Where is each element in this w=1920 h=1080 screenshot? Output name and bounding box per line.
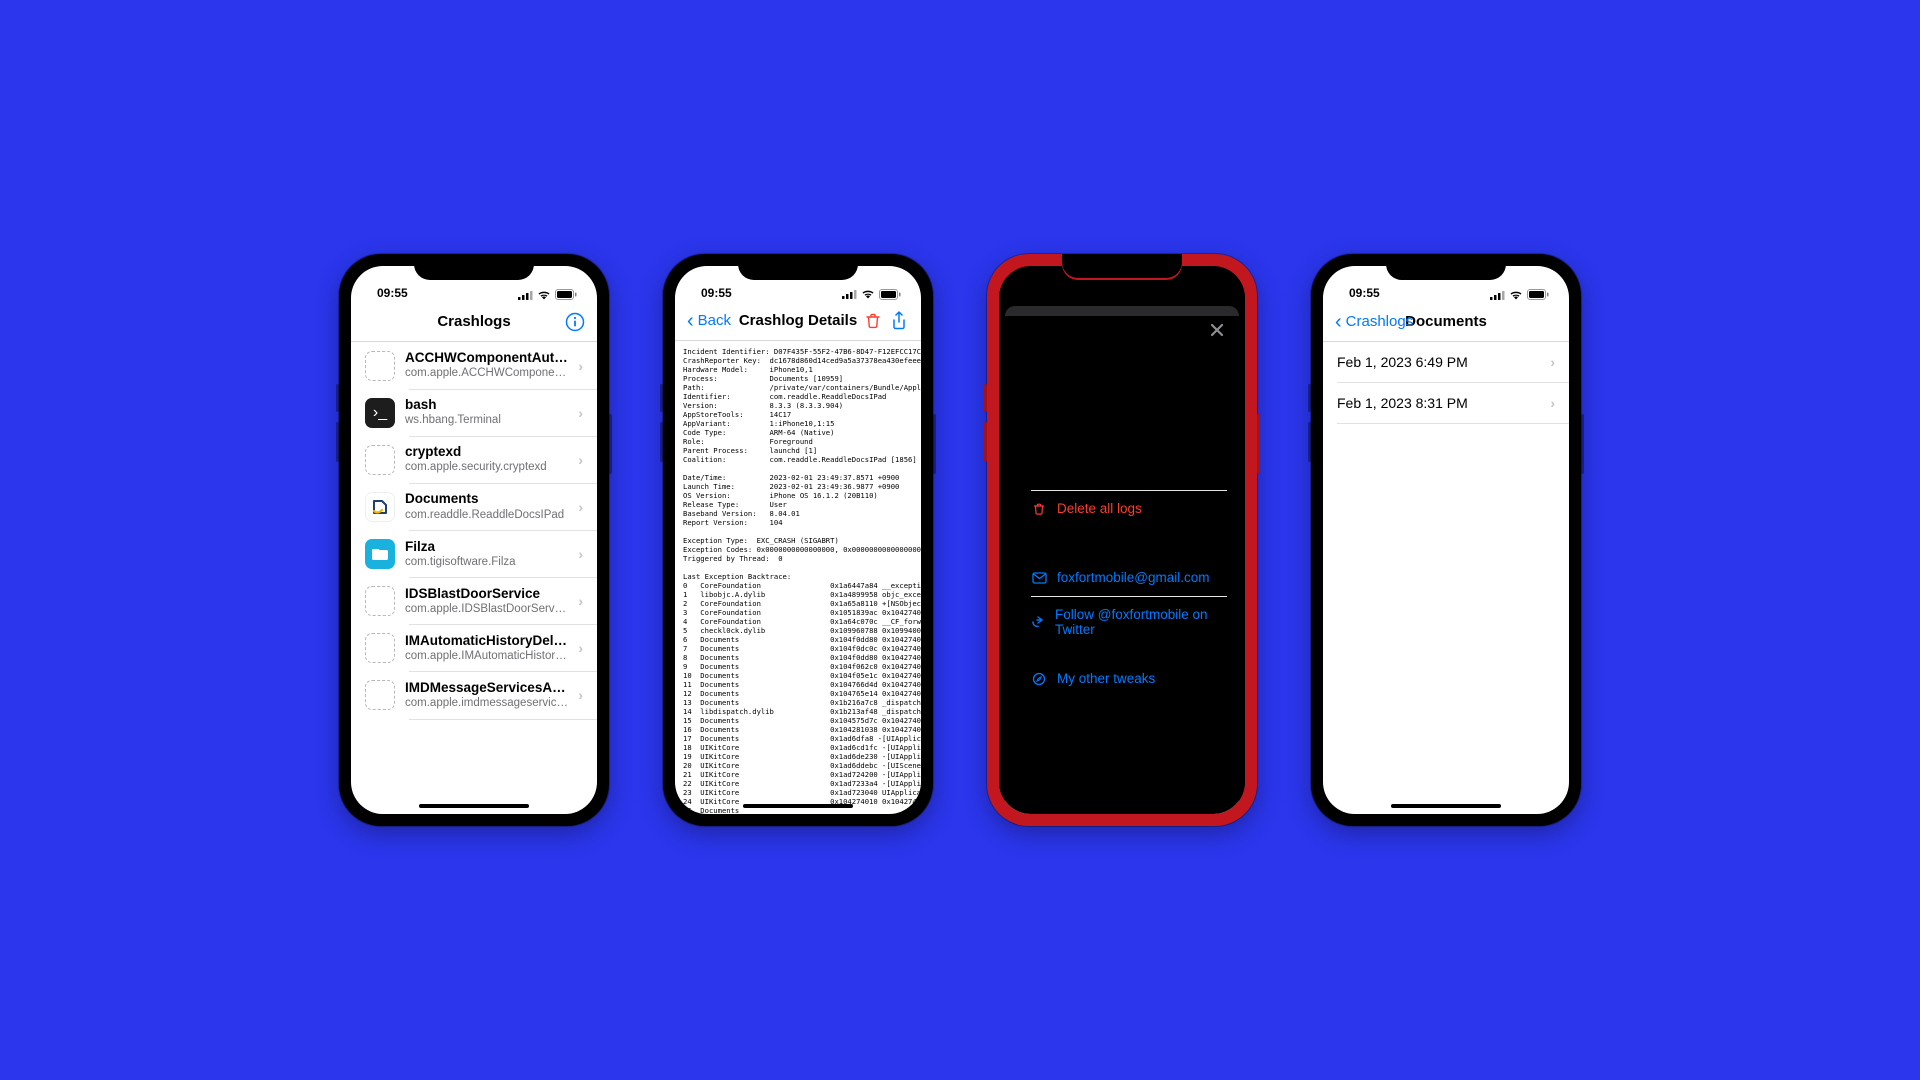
share-arrow-icon	[1031, 615, 1045, 629]
back-button[interactable]: ‹Crashlogs	[1335, 312, 1413, 332]
list-item[interactable]: Feb 1, 2023 6:49 PM›	[1323, 342, 1569, 383]
status-time: 09:55	[377, 286, 408, 300]
list-item[interactable]: IMAutomaticHistoryDeletion…com.apple.IMA…	[351, 625, 597, 672]
list-item[interactable]: cryptexdcom.apple.security.cryptexd›	[351, 436, 597, 483]
app-icon: ›_	[365, 398, 395, 428]
chevron-right-icon: ›	[578, 546, 583, 562]
sheet-title: Info	[1108, 322, 1136, 339]
app-icon	[365, 445, 395, 475]
delete-all-button[interactable]: Delete all logs	[1017, 490, 1227, 527]
share-icon[interactable]	[889, 311, 909, 331]
app-icon	[365, 539, 395, 569]
status-time: 09:55	[1349, 286, 1380, 300]
crash-count-cell: 124 crash logs	[1017, 453, 1227, 490]
close-icon[interactable]	[1207, 320, 1227, 345]
list-item[interactable]: Documentscom.readdle.ReaddleDocsIPad›	[351, 483, 597, 530]
home-indicator[interactable]	[419, 804, 529, 808]
crashlog-text[interactable]: Incident Identifier: D07F435F-55F2-47B6-…	[675, 341, 921, 814]
home-indicator[interactable]	[1067, 804, 1177, 808]
other-tweaks-link[interactable]: My other tweaks	[1017, 660, 1227, 697]
app-icon	[365, 680, 395, 710]
phone-info: 09:55 Info ABOUT App version: 0.0.3	[987, 254, 1257, 826]
status-icons	[1490, 289, 1549, 300]
app-version-cell: App version: 0.0.3	[1017, 384, 1227, 421]
phone-crashlogs: 09:55 Crashlogs ACCHWComponentAuthSe…com…	[339, 254, 609, 826]
compass-icon	[1031, 672, 1047, 686]
twitter-link[interactable]: Follow @foxfortmobile on Twitter	[1017, 596, 1227, 648]
page-title: Crashlogs	[351, 313, 597, 330]
chevron-right-icon: ›	[578, 405, 583, 421]
home-indicator[interactable]	[1391, 804, 1501, 808]
navbar: ‹Crashlogs Documents	[1323, 302, 1569, 342]
phone-crashlog-details: 09:55 ‹Back Crashlog Details Incident Id…	[663, 254, 933, 826]
navbar: Crashlogs	[351, 302, 597, 342]
trash-icon[interactable]	[863, 311, 883, 331]
list-item[interactable]: ACCHWComponentAuthSe…com.apple.ACCHWComp…	[351, 342, 597, 389]
app-icon	[365, 633, 395, 663]
chevron-right-icon: ›	[1550, 354, 1555, 370]
list-item[interactable]: Filzacom.tigisoftware.Filza›	[351, 531, 597, 578]
home-indicator[interactable]	[743, 804, 853, 808]
chevron-right-icon: ›	[578, 499, 583, 515]
list-item[interactable]: ›_bashws.hbang.Terminal›	[351, 389, 597, 436]
app-list: ACCHWComponentAuthSe…com.apple.ACCHWComp…	[351, 342, 597, 814]
app-icon	[365, 351, 395, 381]
list-item[interactable]: IDSBlastDoorServicecom.apple.IDSBlastDoo…	[351, 578, 597, 625]
mail-icon	[1031, 572, 1047, 584]
back-button[interactable]: ‹Back	[687, 311, 731, 331]
status-icons	[518, 289, 577, 300]
status-icons	[842, 289, 901, 300]
status-time: 09:55	[701, 286, 732, 300]
app-icon	[365, 492, 395, 522]
app-icon	[365, 586, 395, 616]
phone-documents: 09:55 ‹Crashlogs Documents Feb 1, 2023 6…	[1311, 254, 1581, 826]
chevron-right-icon: ›	[578, 593, 583, 609]
chevron-right-icon: ›	[578, 452, 583, 468]
chevron-right-icon: ›	[578, 358, 583, 374]
trash-icon	[1031, 502, 1047, 516]
chevron-right-icon: ›	[1550, 395, 1555, 411]
chevron-right-icon: ›	[578, 687, 583, 703]
navbar: ‹Back Crashlog Details	[675, 302, 921, 341]
log-list: Feb 1, 2023 6:49 PM› Feb 1, 2023 8:31 PM…	[1323, 342, 1569, 814]
info-icon[interactable]	[565, 312, 585, 332]
list-item[interactable]: Feb 1, 2023 8:31 PM›	[1323, 383, 1569, 424]
chevron-right-icon: ›	[578, 640, 583, 656]
list-item[interactable]: IMDMessageServicesAgentcom.apple.imdmess…	[351, 672, 597, 719]
email-link[interactable]: foxfortmobile@gmail.com	[1017, 559, 1227, 596]
